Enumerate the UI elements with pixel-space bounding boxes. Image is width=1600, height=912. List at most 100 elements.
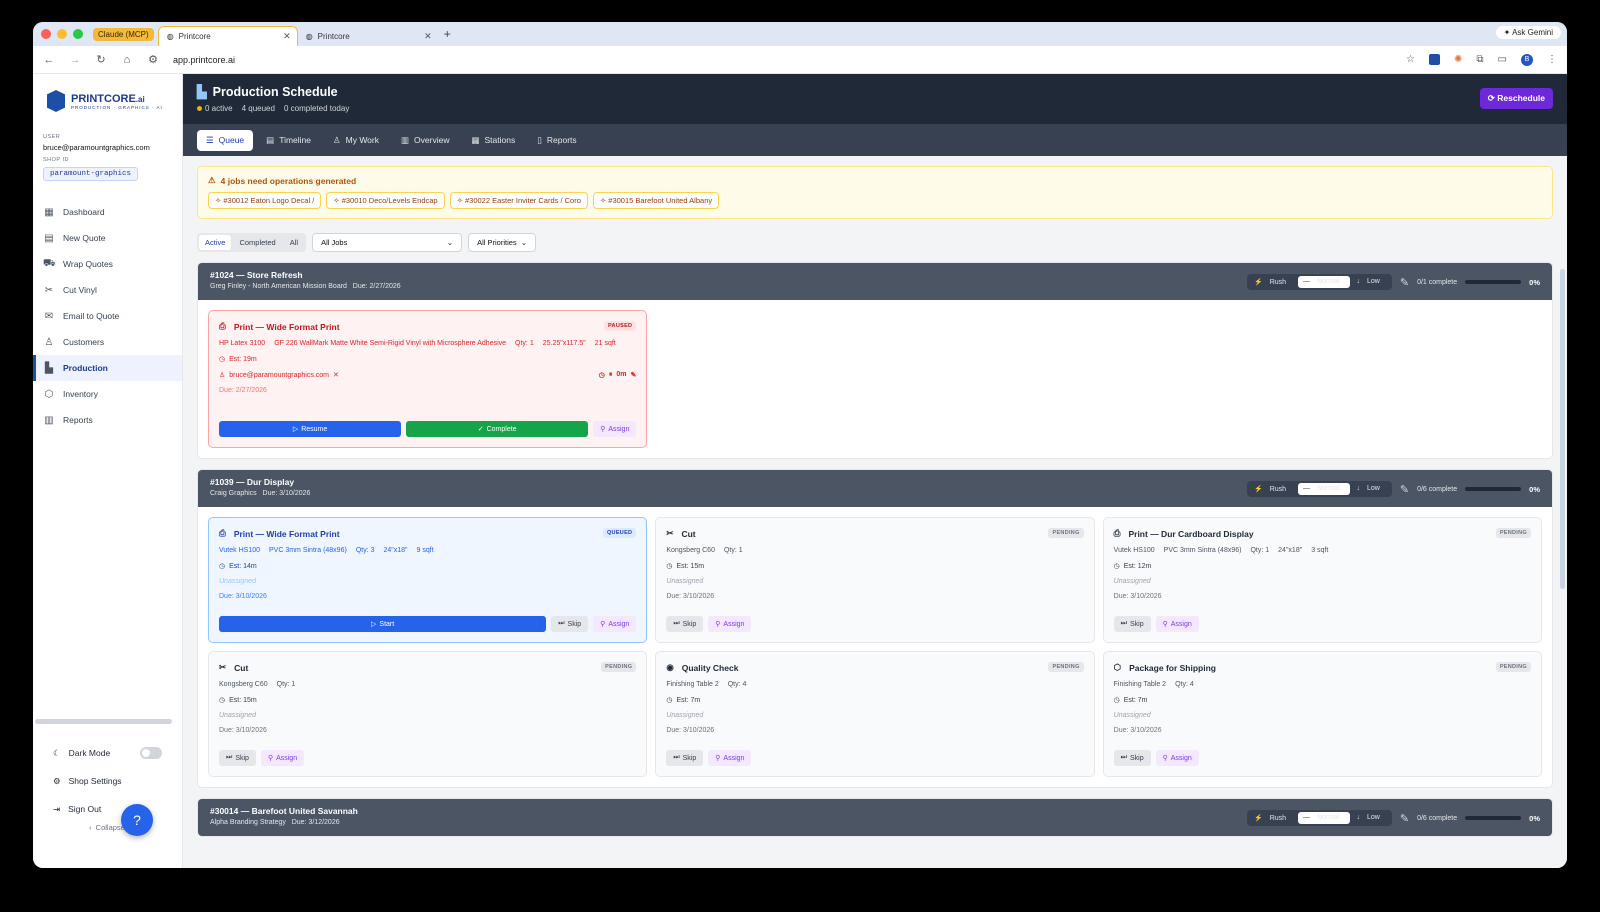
new-tab-button[interactable]: + (444, 27, 451, 41)
operation-card[interactable]: ◉ Quality Check PENDING Finishing Table 2… (655, 651, 1095, 777)
edit-icon[interactable]: ✎ (1400, 483, 1409, 496)
priority-rush-button[interactable]: ⚡ Rush (1249, 812, 1296, 824)
operation-card[interactable]: ⎙ Print — Dur Cardboard Display PENDING V… (1102, 517, 1542, 643)
edit-icon[interactable]: ✎ (1400, 812, 1409, 825)
tab-stations[interactable]: ▦ Stations (462, 130, 524, 151)
puzzle-icon[interactable]: ⧉ (1476, 54, 1483, 65)
status-filter-all[interactable]: All (284, 235, 304, 250)
operation-card[interactable]: ✂ Cut PENDING Kongsberg C60 Qty: 1 ◷ Est: 1… (655, 517, 1095, 643)
sidebar-item-reports[interactable]: ▥ Reports (33, 407, 182, 433)
minimize-window-button[interactable] (57, 29, 67, 39)
sidebar-item-production[interactable]: ▙ Production (33, 355, 182, 381)
priority-low-button[interactable]: ↓ Low (1352, 276, 1390, 288)
sidebar-item-new-quote[interactable]: ▤ New Quote (33, 225, 182, 251)
main-scrollbar[interactable] (1560, 269, 1565, 589)
job-header[interactable]: #1039 — Dur Display Craig Graphics Due: … (198, 470, 1552, 507)
sidebar-item-cut-vinyl[interactable]: ✂ Cut Vinyl (33, 277, 182, 303)
browser-tab-2[interactable]: ◍ Printcore ✕ (298, 26, 438, 46)
collapse-sidebar-button[interactable]: ‹ Collapse (33, 823, 182, 832)
claude-extension-icon[interactable]: ✺ (1454, 54, 1462, 65)
operation-card[interactable]: ⬡ Package for Shipping PENDING Finishing … (1102, 651, 1542, 777)
back-icon[interactable]: ← (43, 54, 55, 66)
shop-settings-link[interactable]: ⚙ Shop Settings (33, 767, 182, 795)
priority-rush-button[interactable]: ⚡ Rush (1249, 276, 1296, 288)
status-filter-active[interactable]: Active (199, 235, 232, 250)
skip-button[interactable]: ⏭ Skip (219, 750, 256, 766)
priority-normal-button[interactable]: — Normal (1298, 276, 1350, 288)
app-root: PRINTCORE.ai PRODUCTION · GRAPHICS · AI … (33, 74, 1567, 868)
start-button[interactable]: ▷ Start (219, 616, 547, 632)
logo[interactable]: PRINTCORE.ai PRODUCTION · GRAPHICS · AI (33, 86, 182, 116)
skip-button[interactable]: ⏭ Skip (666, 750, 704, 766)
jobs-select[interactable]: All Jobs ⌄ (312, 233, 463, 252)
home-icon[interactable]: ⌂ (121, 54, 133, 66)
close-tab-icon[interactable]: ✕ (283, 31, 291, 42)
edit-icon[interactable]: ✎ (1400, 276, 1409, 289)
url-field[interactable]: app.printcore.ai (173, 55, 235, 65)
priority-select[interactable]: All Priorities ⌄ (468, 233, 537, 252)
tab-group-label[interactable]: Claude (MCP) (93, 27, 154, 41)
close-window-button[interactable] (41, 29, 51, 39)
priority-rush-button[interactable]: ⚡ Rush (1249, 483, 1296, 495)
skip-button[interactable]: ⏭ Skip (551, 616, 589, 632)
sidebar-item-inventory[interactable]: ⬡ Inventory (33, 381, 182, 407)
cast-icon[interactable]: ▭ (1498, 54, 1507, 65)
sidebar-item-wrap-quotes[interactable]: ⛟ Wrap Quotes (33, 251, 182, 277)
op-spec: Finishing Table 2 (666, 681, 719, 688)
priority-normal-button[interactable]: — Normal (1298, 812, 1350, 824)
more-menu-icon[interactable]: ⋮ (1547, 54, 1557, 65)
sidebar-item-dashboard[interactable]: ▦ Dashboard (33, 199, 182, 225)
site-settings-icon[interactable]: ⚙ (147, 53, 159, 66)
bookmark-star-icon[interactable]: ☆ (1406, 54, 1415, 65)
op-assignee-text: bruce@paramountgraphics.com (229, 371, 329, 379)
alert-job-chip[interactable]: ✧ #30012 Eaton Logo Decal / (208, 192, 322, 209)
tab-timeline[interactable]: ▤ Timeline (257, 130, 320, 151)
sidebar-item-email-to-quote[interactable]: ✉ Email to Quote (33, 303, 182, 329)
pause-icon[interactable]: ⏸ (609, 371, 613, 379)
forward-icon[interactable]: → (69, 54, 81, 66)
assign-button[interactable]: ⚲ Assign (1155, 750, 1199, 766)
browser-tab-1[interactable]: ◍ Printcore ✕ (157, 26, 298, 46)
skip-button[interactable]: ⏭ Skip (666, 616, 704, 632)
tab-queue[interactable]: ☰ Queue (197, 129, 254, 151)
job-header[interactable]: #30014 — Barefoot United Savannah Alpha … (198, 799, 1552, 836)
ask-gemini-button[interactable]: ✦ Ask Gemini (1495, 26, 1561, 39)
tab-overview[interactable]: ▥ Overview (392, 130, 458, 151)
assign-button[interactable]: ⚲ Assign (593, 616, 637, 632)
skip-button[interactable]: ⏭ Skip (1113, 750, 1151, 766)
complete-button[interactable]: ✓ Complete (406, 421, 589, 437)
status-filter-completed[interactable]: Completed (233, 235, 281, 250)
priority-normal-button[interactable]: — Normal (1298, 483, 1350, 495)
extension-icon[interactable] (1429, 54, 1441, 65)
alert-job-chip[interactable]: ✧ #30010 Deco/Levels Endcap (326, 192, 445, 209)
operation-card[interactable]: ⎙ Print — Wide Format Print QUEUED Vutek … (208, 517, 648, 643)
tab-reports[interactable]: ▯ Reports (528, 130, 585, 151)
job-header[interactable]: #1024 — Store Refresh Greg Finley - Nort… (198, 263, 1552, 300)
profile-avatar[interactable]: B (1521, 53, 1533, 66)
assign-button[interactable]: ⚲ Assign (708, 750, 752, 766)
resume-button[interactable]: ▷ Resume (219, 421, 402, 437)
alert-job-chip[interactable]: ✧ #30022 Easter Inviter Cards / Coro (449, 192, 588, 209)
unassign-icon[interactable]: ✕ (333, 371, 339, 379)
assign-button[interactable]: ⚲ Assign (260, 750, 305, 766)
help-button[interactable]: ? (121, 804, 153, 836)
assign-button[interactable]: ⚲ Assign (1155, 616, 1199, 632)
priority-low-button[interactable]: ↓ Low (1352, 483, 1390, 495)
sign-out-link[interactable]: ⇥ Sign Out (33, 795, 182, 823)
assign-button[interactable]: ⚲ Assign (708, 616, 752, 632)
assign-button[interactable]: ⚲ Assign (593, 421, 637, 437)
maximize-window-button[interactable] (73, 29, 83, 39)
edit-icon[interactable]: ✎ (630, 371, 636, 379)
sidebar-scrollbar[interactable] (35, 719, 172, 724)
operation-card[interactable]: ✂ Cut PENDING Kongsberg C60 Qty: 1 ◷ Est: 1… (208, 651, 648, 777)
reschedule-button[interactable]: ⟳ Reschedule (1479, 88, 1553, 109)
close-tab-icon[interactable]: ✕ (424, 31, 432, 42)
sidebar-item-customers[interactable]: ♙ Customers (33, 329, 182, 355)
operation-card[interactable]: ⎙ Print — Wide Format Print PAUSED HP Lat… (208, 310, 648, 448)
dark-mode-toggle[interactable] (140, 747, 162, 759)
skip-button[interactable]: ⏭ Skip (1113, 616, 1151, 632)
reload-icon[interactable]: ↻ (95, 53, 107, 66)
priority-low-button[interactable]: ↓ Low (1352, 812, 1390, 824)
tab-my-work[interactable]: ♙ My Work (324, 130, 388, 151)
alert-job-chip[interactable]: ✧ #30015 Barefoot United Albany (592, 192, 720, 209)
